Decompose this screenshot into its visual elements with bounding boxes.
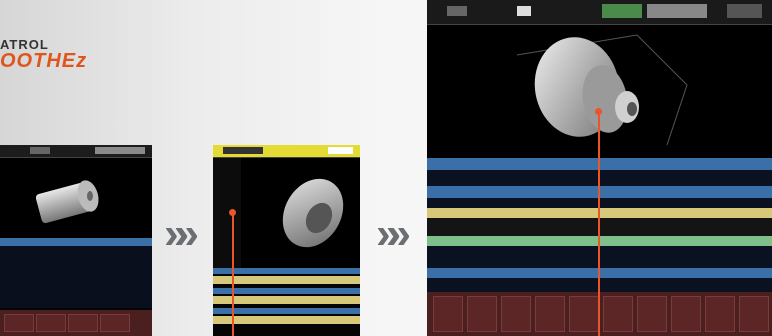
brand-line2: OOTHEz [0,50,88,72]
pointer-line [232,213,234,336]
pointer-line [598,112,600,336]
cylinder-3d-model [282,178,344,248]
band-4 [213,296,360,304]
band-6 [213,316,360,324]
data-area [0,246,152,308]
pointer-dot [595,108,602,115]
band-5 [213,308,360,314]
softkey-bar [0,310,152,336]
toolbar [427,0,772,25]
toolbar [213,145,360,158]
cylinder-3d-model [35,180,99,224]
double-chevron-right-icon: »» [164,209,199,258]
toolbar [0,145,152,158]
brand-logo: ATROL OOTHEz [0,38,87,71]
3d-view [241,158,360,268]
tree-list [213,158,242,268]
double-chevron-right-icon: »» [376,209,411,258]
3d-view [0,158,152,238]
band-2 [213,276,360,284]
screenshot-step-2 [213,145,360,336]
band-3 [213,288,360,294]
screenshot-step-3 [427,0,772,336]
pointer-dot [229,209,236,216]
screenshot-step-1 [0,145,152,336]
tool-band [0,238,152,246]
band-1 [213,268,360,274]
